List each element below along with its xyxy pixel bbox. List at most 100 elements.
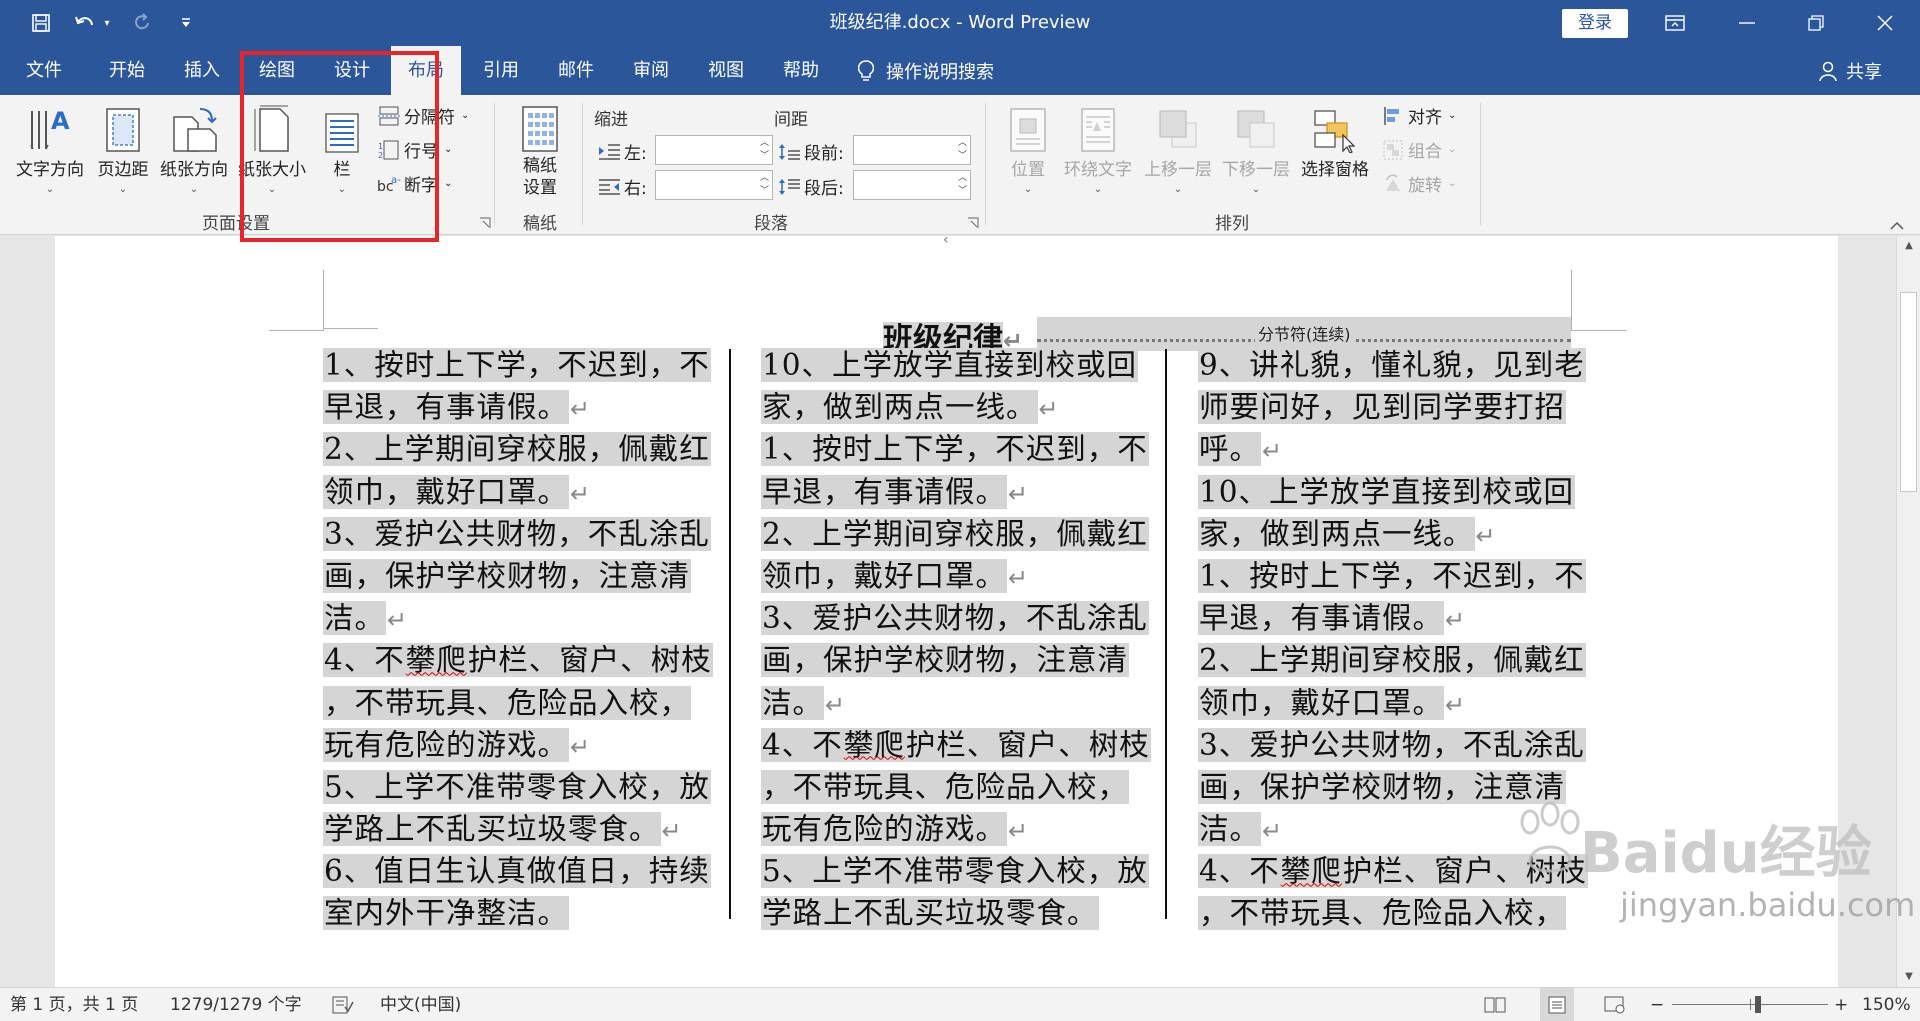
text-line[interactable]: 领巾，戴好口罩。↵ bbox=[323, 471, 695, 513]
share-button[interactable]: 共享 bbox=[1818, 46, 1882, 95]
indent-left-input[interactable]: ︿ ﹀ bbox=[655, 135, 773, 165]
text-line[interactable]: 10、上学放学直接到校或回 bbox=[1198, 471, 1576, 513]
indent-right-input[interactable]: ︿ ﹀ bbox=[655, 170, 773, 200]
spin-up-icon[interactable]: ︿ bbox=[760, 139, 769, 148]
spin-up-icon[interactable]: ︿ bbox=[958, 139, 967, 148]
zoom-out-button[interactable]: − bbox=[1650, 988, 1664, 1021]
restore-icon[interactable] bbox=[1781, 0, 1851, 46]
tab-file[interactable]: 文件 bbox=[8, 46, 80, 95]
read-mode-icon[interactable] bbox=[1484, 988, 1506, 1021]
vertical-scrollbar[interactable]: ▲ ▼ bbox=[1896, 236, 1920, 987]
tell-me-search[interactable]: 操作说明搜索 bbox=[858, 46, 994, 95]
spin-down-icon[interactable]: ﹀ bbox=[958, 152, 967, 161]
text-line[interactable]: 1、按时上下学，不迟到，不 bbox=[1198, 555, 1586, 597]
tab-insert[interactable]: 插入 bbox=[167, 46, 237, 95]
spin-up-icon[interactable]: ︿ bbox=[958, 174, 967, 183]
tab-review[interactable]: 审阅 bbox=[616, 46, 686, 95]
spacing-before-input[interactable]: ︿ ﹀ bbox=[853, 135, 971, 165]
text-line[interactable]: 2、上学期间穿校服，佩戴红 bbox=[761, 513, 1149, 555]
web-layout-icon[interactable] bbox=[1604, 988, 1626, 1021]
text-line[interactable]: 洁。↵ bbox=[761, 682, 1133, 724]
ribbon-display-options-icon[interactable] bbox=[1640, 0, 1710, 46]
text-line[interactable]: 学路上不乱买垃圾零食。 bbox=[761, 892, 1133, 934]
page-setup-dialog-launcher-icon[interactable] bbox=[479, 214, 491, 228]
redo-icon[interactable] bbox=[128, 8, 158, 38]
text-line[interactable]: 1、按时上下学，不迟到，不 bbox=[761, 428, 1149, 470]
tab-references[interactable]: 引用 bbox=[466, 46, 536, 95]
text-line[interactable]: 5、上学不准带零食入校，放 bbox=[761, 850, 1149, 892]
text-line[interactable]: 学路上不乱买垃圾零食。↵ bbox=[323, 808, 695, 850]
text-line[interactable]: 早退，有事请假。↵ bbox=[323, 386, 695, 428]
zoom-slider-thumb[interactable] bbox=[1755, 996, 1761, 1013]
spacing-after-input[interactable]: ︿ ﹀ bbox=[853, 170, 971, 200]
wrap-text-button[interactable]: 环绕文字 ⌄ bbox=[1060, 101, 1136, 195]
tab-home[interactable]: 开始 bbox=[92, 46, 162, 95]
page-count[interactable]: 第 1 页，共 1 页 bbox=[10, 988, 138, 1021]
tab-help[interactable]: 帮助 bbox=[766, 46, 836, 95]
send-backward-button[interactable]: 下移一层 ⌄ bbox=[1218, 101, 1294, 195]
text-line[interactable]: 5、上学不准带零食入校，放 bbox=[323, 766, 711, 808]
text-line[interactable]: 3、爱护公共财物，不乱涂乱 bbox=[761, 597, 1149, 639]
align-button[interactable]: 对齐 ⌄ bbox=[1380, 103, 1456, 128]
orientation-button[interactable]: 纸张方向 ⌄ bbox=[156, 101, 232, 195]
text-line[interactable]: 早退，有事请假。↵ bbox=[761, 471, 1133, 513]
zoom-slider[interactable] bbox=[1672, 988, 1828, 1021]
text-line[interactable]: 10、上学放学直接到校或回 bbox=[761, 344, 1139, 386]
login-button[interactable]: 登录 bbox=[1562, 9, 1628, 38]
text-line[interactable]: ，不带玩具、危险品入校， bbox=[323, 682, 695, 724]
text-line[interactable]: 6、值日生认真做值日，持续 bbox=[323, 850, 711, 892]
save-icon[interactable] bbox=[26, 8, 56, 38]
undo-icon[interactable] bbox=[70, 8, 100, 38]
text-line[interactable]: 画，保护学校财物，注意清 bbox=[323, 555, 695, 597]
text-line[interactable]: 1、按时上下学，不迟到，不 bbox=[323, 344, 711, 386]
text-line[interactable]: 2、上学期间穿校服，佩戴红 bbox=[1198, 639, 1586, 681]
margins-button[interactable]: 页边距 ⌄ bbox=[92, 101, 154, 195]
text-line[interactable]: 家，做到两点一线。↵ bbox=[1198, 513, 1570, 555]
spin-down-icon[interactable]: ﹀ bbox=[958, 187, 967, 196]
group-objects-button[interactable]: 组合 ⌄ bbox=[1380, 137, 1456, 162]
paragraph-dialog-launcher-icon[interactable] bbox=[967, 214, 979, 228]
text-line[interactable]: 呼。↵ bbox=[1198, 428, 1570, 470]
text-line[interactable]: 3、爱护公共财物，不乱涂乱 bbox=[1198, 724, 1586, 766]
spin-down-icon[interactable]: ﹀ bbox=[760, 152, 769, 161]
text-line[interactable]: 早退，有事请假。↵ bbox=[1198, 597, 1570, 639]
text-line[interactable]: 4、不攀爬护栏、窗户、树枝 bbox=[323, 639, 713, 681]
minimize-icon[interactable] bbox=[1712, 0, 1782, 46]
text-line[interactable]: 领巾，戴好口罩。↵ bbox=[761, 555, 1133, 597]
spin-up-icon[interactable]: ︿ bbox=[760, 174, 769, 183]
language[interactable]: 中文(中国) bbox=[380, 988, 461, 1021]
text-line[interactable]: 室内外干净整洁。 bbox=[323, 892, 695, 934]
word-count[interactable]: 1279/1279 个字 bbox=[170, 988, 302, 1021]
print-layout-icon[interactable] bbox=[1540, 988, 1574, 1021]
zoom-level[interactable]: 150% bbox=[1862, 988, 1911, 1021]
tab-view[interactable]: 视图 bbox=[691, 46, 761, 95]
scroll-down-icon[interactable]: ▼ bbox=[1897, 967, 1920, 987]
position-button[interactable]: 位置 ⌄ bbox=[998, 101, 1058, 195]
text-column-2[interactable]: 10、上学放学直接到校或回 家，做到两点一线。↵ 1、按时上下学，不迟到，不 早退，有… bbox=[761, 344, 1151, 935]
zoom-in-button[interactable]: + bbox=[1834, 988, 1848, 1021]
text-line[interactable]: 领巾，戴好口罩。↵ bbox=[1198, 682, 1570, 724]
scroll-up-icon[interactable]: ▲ bbox=[1897, 236, 1920, 256]
scrollbar-thumb[interactable] bbox=[1900, 292, 1917, 492]
text-line[interactable]: 师要问好，见到同学要打招 bbox=[1198, 386, 1570, 428]
collapse-ribbon-icon[interactable] bbox=[1890, 216, 1904, 235]
text-line[interactable]: 3、爱护公共财物，不乱涂乱 bbox=[323, 513, 711, 555]
text-line[interactable]: 玩有危险的游戏。↵ bbox=[761, 808, 1133, 850]
text-line[interactable]: 4、不攀爬护栏、窗户、树枝 bbox=[761, 724, 1151, 766]
tab-mailings[interactable]: 邮件 bbox=[541, 46, 611, 95]
text-line[interactable]: 洁。↵ bbox=[323, 597, 695, 639]
manuscript-settings-button[interactable]: 稿纸设置 bbox=[504, 101, 576, 199]
text-direction-button[interactable]: A 文字方向 ⌄ bbox=[12, 101, 88, 195]
text-line[interactable]: 玩有危险的游戏。↵ bbox=[323, 724, 695, 766]
customize-quick-access-icon[interactable] bbox=[176, 8, 196, 38]
proofing-icon[interactable] bbox=[332, 988, 354, 1021]
selection-pane-button[interactable]: 选择窗格 bbox=[1296, 101, 1374, 180]
spin-down-icon[interactable]: ﹀ bbox=[760, 187, 769, 196]
bring-forward-button[interactable]: 上移一层 ⌄ bbox=[1140, 101, 1216, 195]
rotate-button[interactable]: 旋转 ⌄ bbox=[1380, 171, 1456, 196]
text-line[interactable]: ，不带玩具、危险品入校， bbox=[761, 766, 1133, 808]
text-line[interactable]: 家，做到两点一线。↵ bbox=[761, 386, 1133, 428]
text-line[interactable]: 2、上学期间穿校服，佩戴红 bbox=[323, 428, 711, 470]
close-icon[interactable] bbox=[1850, 0, 1920, 46]
undo-dropdown-icon[interactable]: ▾ bbox=[100, 8, 114, 38]
